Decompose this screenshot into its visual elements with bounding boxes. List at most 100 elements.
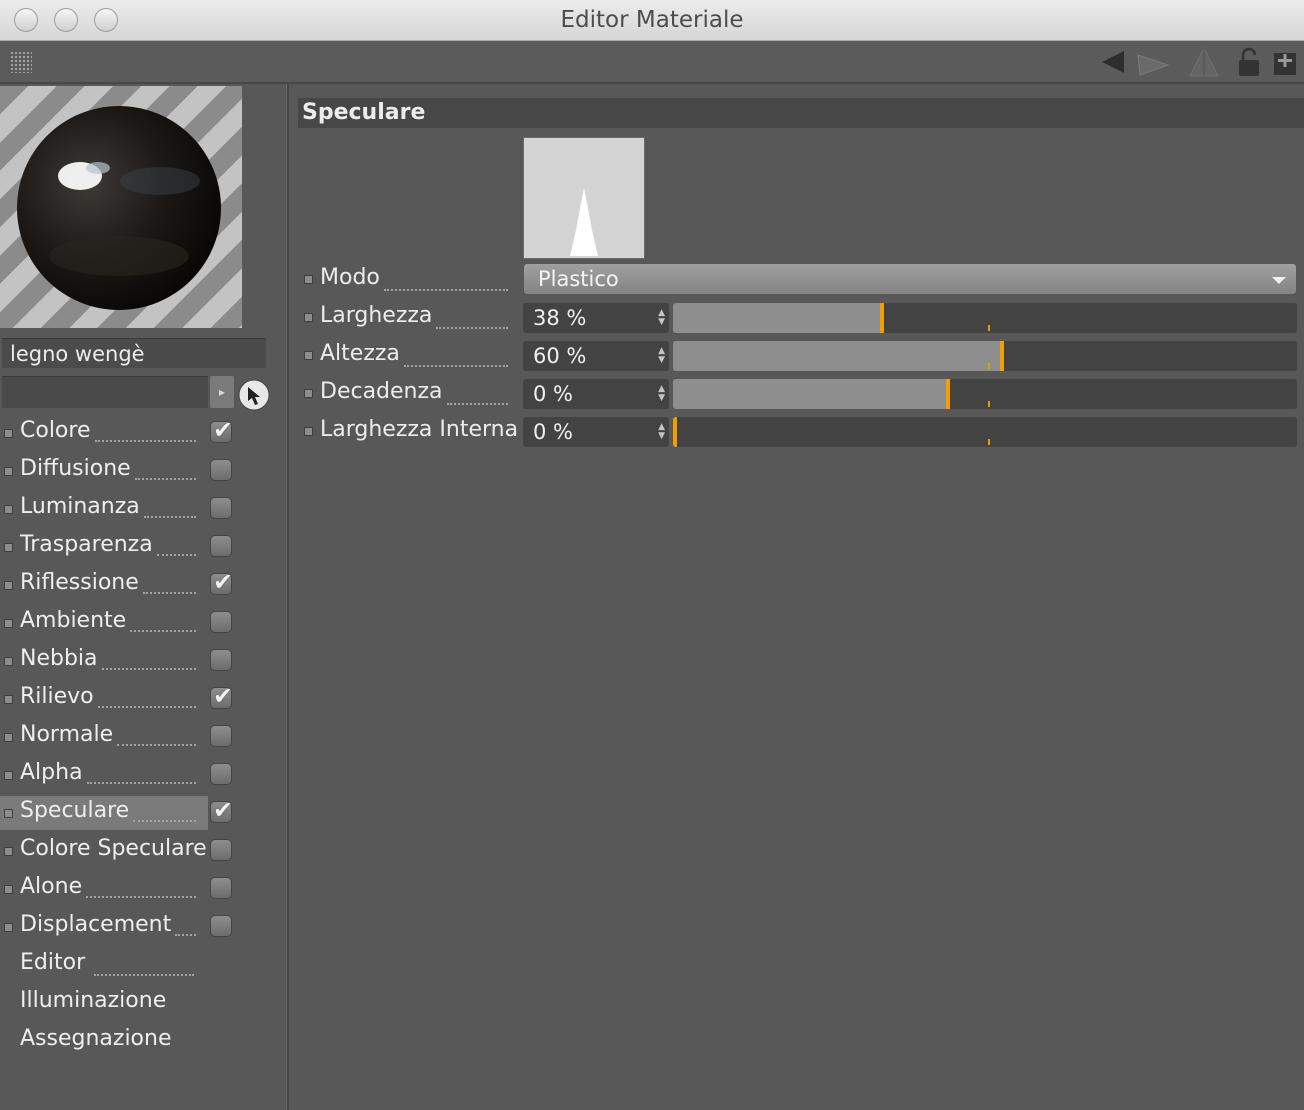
channel-checkbox[interactable] [210, 535, 232, 557]
channel-dots [157, 544, 196, 556]
channel-item-colore[interactable]: Colore [0, 416, 286, 450]
channel-checkbox[interactable] [210, 568, 233, 596]
animate-toggle[interactable] [4, 695, 13, 704]
channel-item-trasparenza[interactable]: Trasparenza [0, 530, 286, 564]
animate-toggle[interactable] [304, 389, 313, 398]
channel-dots [135, 468, 196, 480]
channel-dots [130, 620, 196, 632]
stepper-icon[interactable]: ▲ ▼ [658, 347, 665, 365]
channel-checkbox[interactable] [210, 459, 232, 481]
animate-toggle[interactable] [4, 733, 13, 742]
animate-toggle[interactable] [4, 429, 13, 438]
specular-curve-preview [523, 137, 645, 259]
channel-item-riflessione[interactable]: Riflessione [0, 568, 286, 602]
window-title: Editor Materiale [560, 7, 744, 33]
material-name-field[interactable]: legno wengè [2, 338, 266, 368]
animate-toggle[interactable] [4, 619, 13, 628]
channel-label: Colore [20, 418, 91, 443]
channel-item-alone[interactable]: Alone [0, 872, 286, 906]
param-slider[interactable] [673, 417, 1297, 447]
channel-checkbox[interactable] [210, 725, 232, 747]
channel-checkbox[interactable] [210, 877, 232, 899]
param-slider[interactable] [673, 379, 1297, 409]
mode-row: Modo Plastico [300, 263, 1300, 297]
channel-item-luminanza[interactable]: Luminanza [0, 492, 286, 526]
illuminazione-item[interactable]: Illuminazione [20, 988, 166, 1013]
param-label: Larghezza [320, 303, 433, 328]
panel-divider[interactable] [286, 84, 289, 1110]
animate-toggle[interactable] [4, 505, 13, 514]
param-value-field[interactable]: 38 % ▲ ▼ [523, 303, 669, 333]
channel-label: Colore Speculare [20, 836, 207, 861]
stepper-icon[interactable]: ▲ ▼ [658, 385, 665, 403]
param-slider[interactable] [673, 341, 1297, 371]
slider-midpoint-tick [988, 363, 990, 369]
channel-item-alpha[interactable]: Alpha [0, 758, 286, 792]
editor-item[interactable]: Editor [20, 950, 85, 975]
stepper-icon[interactable]: ▲ ▼ [658, 309, 665, 327]
channel-item-rilievo[interactable]: Rilievo [0, 682, 286, 716]
grip-icon[interactable] [10, 51, 32, 73]
chevron-right-icon[interactable]: ▸ [210, 376, 234, 408]
animate-toggle[interactable] [4, 847, 13, 856]
lock-icon[interactable] [1236, 45, 1264, 79]
animate-toggle[interactable] [304, 427, 313, 436]
channel-dots [102, 658, 196, 670]
toolbar [0, 41, 1304, 84]
slider-fill [673, 303, 882, 333]
channel-label: Riflessione [20, 570, 139, 595]
param-value-field[interactable]: 0 % ▲ ▼ [523, 417, 669, 447]
slider-midpoint-tick [988, 401, 990, 407]
param-slider[interactable] [673, 303, 1297, 333]
channel-label: Normale [20, 722, 114, 747]
animate-toggle[interactable] [304, 351, 313, 360]
channel-checkbox[interactable] [210, 763, 232, 785]
slider-handle[interactable] [880, 303, 884, 333]
channel-dots [133, 810, 196, 822]
slider-handle[interactable] [1000, 341, 1004, 371]
param-value-field[interactable]: 60 % ▲ ▼ [523, 341, 669, 371]
param-row-altezza: Altezza 60 % ▲ ▼ [300, 339, 1300, 373]
animate-toggle[interactable] [4, 467, 13, 476]
mode-dropdown[interactable]: Plastico [523, 263, 1297, 295]
animate-toggle[interactable] [4, 771, 13, 780]
pick-cursor-icon[interactable] [238, 379, 270, 411]
channel-label: Alone [20, 874, 83, 899]
channel-item-colore-speculare[interactable]: Colore Speculare [0, 834, 286, 868]
forward-arrow-icon[interactable] [1134, 45, 1174, 79]
assegnazione-item[interactable]: Assegnazione [20, 1026, 172, 1051]
channel-item-diffusione[interactable]: Diffusione [0, 454, 286, 488]
channel-checkbox[interactable] [210, 839, 232, 861]
channel-item-speculare[interactable]: Speculare [0, 796, 286, 830]
animate-toggle[interactable] [304, 313, 313, 322]
back-arrow-icon[interactable] [1098, 45, 1132, 79]
animate-toggle[interactable] [4, 923, 13, 932]
stepper-icon[interactable]: ▲ ▼ [658, 423, 665, 441]
channel-checkbox[interactable] [210, 611, 232, 633]
material-sub-field[interactable] [2, 376, 208, 408]
animate-toggle[interactable] [4, 581, 13, 590]
channel-checkbox[interactable] [210, 915, 232, 937]
animate-toggle[interactable] [304, 275, 313, 284]
animate-toggle[interactable] [4, 543, 13, 552]
slider-handle[interactable] [946, 379, 950, 409]
channel-item-displacement[interactable]: Displacement [0, 910, 286, 944]
channel-item-normale[interactable]: Normale [0, 720, 286, 754]
material-preview[interactable] [0, 86, 242, 328]
animate-toggle[interactable] [4, 657, 13, 666]
channel-checkbox[interactable] [210, 497, 232, 519]
channel-label: Alpha [20, 760, 83, 785]
channel-checkbox[interactable] [210, 649, 232, 671]
channel-checkbox[interactable] [210, 682, 233, 710]
channel-item-ambiente[interactable]: Ambiente [0, 606, 286, 640]
animate-toggle[interactable] [4, 885, 13, 894]
slider-handle[interactable] [673, 417, 677, 447]
channel-checkbox[interactable] [210, 796, 233, 824]
channel-item-nebbia[interactable]: Nebbia [0, 644, 286, 678]
animate-toggle[interactable] [4, 809, 13, 818]
pyramid-icon[interactable] [1186, 45, 1222, 79]
slider-midpoint-tick [988, 325, 990, 331]
new-window-icon[interactable] [1272, 45, 1300, 79]
param-value-field[interactable]: 0 % ▲ ▼ [523, 379, 669, 409]
channel-checkbox[interactable] [210, 416, 233, 444]
